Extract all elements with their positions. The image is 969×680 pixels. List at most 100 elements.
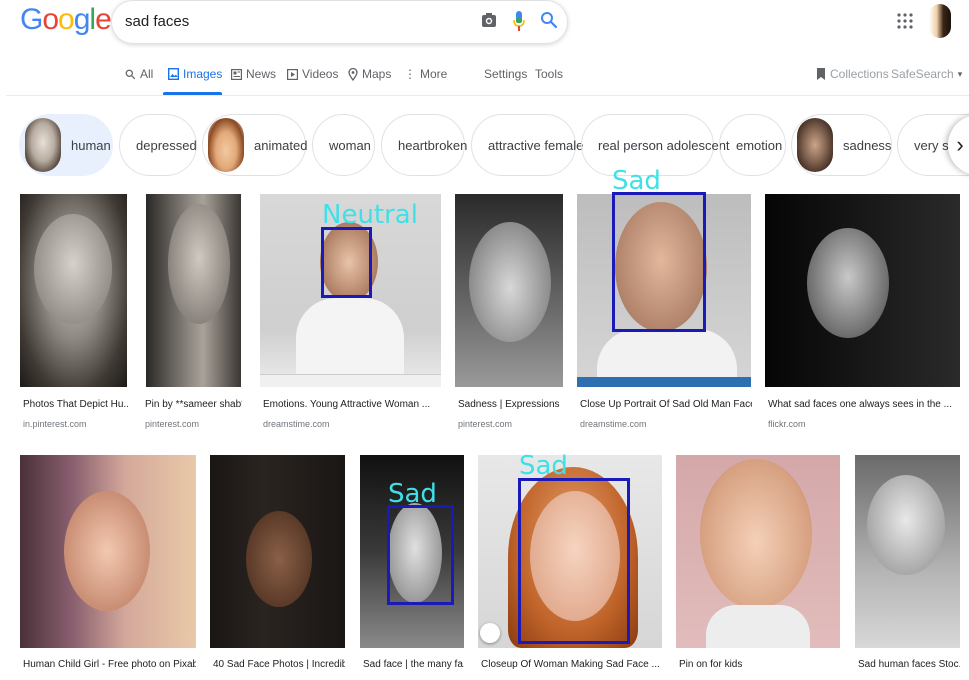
tab-label: All	[140, 67, 154, 81]
detection-label: Sad	[388, 479, 437, 509]
news-icon	[231, 68, 242, 80]
face-shape	[64, 491, 150, 611]
video-icon	[287, 68, 298, 80]
collections-label: Collections	[830, 67, 889, 81]
face-shape	[34, 214, 112, 324]
avatar[interactable]	[929, 4, 951, 38]
result-image[interactable]	[20, 194, 127, 387]
detection-label: Sad	[612, 166, 661, 196]
tab-videos[interactable]: Videos	[287, 64, 338, 84]
watermark-strip	[260, 374, 441, 387]
chevron-down-icon: ▾	[957, 68, 963, 79]
result-caption[interactable]: Pin on for kids	[679, 659, 839, 670]
search-icon	[125, 69, 136, 79]
result-caption[interactable]: Pin by **sameer shab*...	[145, 399, 242, 410]
chip-thumbnail	[797, 118, 833, 172]
tab-maps[interactable]: Maps	[348, 64, 391, 84]
result-image[interactable]	[146, 194, 241, 387]
result-caption[interactable]: Closeup Of Woman Making Sad Face ...	[481, 659, 662, 670]
apps-grid-icon[interactable]	[897, 13, 913, 29]
safesearch-label: SafeSearch	[891, 67, 954, 81]
chevron-right-icon: ›	[956, 132, 964, 157]
logo-letter: o	[42, 3, 59, 36]
face-shape	[867, 475, 945, 575]
settings-link[interactable]: Settings	[484, 64, 527, 84]
tab-more[interactable]: ⋮ More	[404, 64, 447, 84]
result-caption[interactable]: Sadness | Expressions p...	[458, 399, 563, 410]
face-shape	[168, 204, 230, 324]
tools-label: Tools	[535, 67, 564, 81]
detection-box	[387, 505, 454, 605]
chip-depressed[interactable]: depressed	[119, 114, 197, 176]
face-shape	[807, 228, 889, 338]
result-source: pinterest.com	[458, 419, 513, 429]
chip-sadness[interactable]: sadness	[791, 114, 892, 176]
detection-box	[321, 227, 372, 298]
image-icon	[168, 68, 179, 80]
tab-label: More	[420, 67, 448, 81]
detection-label: Sad	[519, 451, 568, 481]
result-image[interactable]	[765, 194, 960, 387]
microphone-icon[interactable]	[512, 10, 526, 32]
face-shape	[700, 459, 812, 609]
result-caption[interactable]: Sad human faces Stoc...	[858, 659, 960, 670]
chip-animated[interactable]: animated	[202, 114, 307, 176]
settings-label: Settings	[484, 67, 528, 81]
result-source: dreamstime.com	[263, 419, 330, 429]
search-icon[interactable]	[540, 11, 558, 29]
chip-woman[interactable]: woman	[312, 114, 375, 176]
tab-label: News	[246, 67, 277, 81]
chip-attractive-female[interactable]: attractive female	[471, 114, 583, 176]
chip-human[interactable]: human	[19, 114, 113, 176]
result-caption[interactable]: What sad faces one always sees in the ..…	[768, 399, 960, 410]
chip-label: depressed	[136, 137, 197, 153]
tab-news[interactable]: News	[231, 64, 276, 84]
result-caption[interactable]: Sad face | the many fa...	[363, 659, 464, 670]
search-input[interactable]: sad faces	[125, 13, 189, 30]
detection-box	[612, 192, 706, 332]
face-shape	[469, 222, 551, 342]
chip-thumbnail	[25, 118, 61, 172]
chip-label: heartbroken	[398, 137, 468, 153]
face-shape	[246, 511, 312, 607]
result-image[interactable]	[20, 455, 196, 648]
result-image[interactable]	[210, 455, 345, 648]
detection-label: Neutral	[322, 200, 418, 230]
result-caption[interactable]: Photos That Depict Hu...	[23, 399, 128, 410]
tag-icon[interactable]	[480, 623, 500, 643]
google-logo[interactable]: Google	[20, 3, 112, 37]
result-source: pinterest.com	[145, 419, 200, 429]
result-caption[interactable]: Close Up Portrait Of Sad Old Man Face ..…	[580, 399, 752, 410]
result-image[interactable]	[855, 455, 960, 648]
camera-icon[interactable]	[481, 12, 497, 28]
tab-all[interactable]: All	[125, 64, 153, 84]
watermark-strip	[577, 377, 751, 387]
tab-label: Images	[183, 67, 223, 81]
chip-label: emotion	[736, 137, 783, 153]
collections-link[interactable]: Collections	[816, 64, 889, 84]
result-caption[interactable]: Emotions. Young Attractive Woman ...	[263, 399, 441, 410]
chip-heartbroken[interactable]: heartbroken	[381, 114, 467, 176]
result-source: flickr.com	[768, 419, 806, 429]
result-source: in.pinterest.com	[23, 419, 87, 429]
map-pin-icon	[348, 67, 358, 81]
logo-letter: o	[58, 3, 75, 36]
result-image[interactable]	[455, 194, 563, 387]
result-source: dreamstime.com	[580, 419, 647, 429]
result-image[interactable]	[676, 455, 840, 648]
chip-thumbnail	[208, 118, 244, 172]
detection-box	[518, 478, 630, 644]
more-vert-icon: ⋮	[404, 67, 416, 81]
shirt-shape	[706, 605, 810, 648]
tab-images[interactable]: Images	[168, 64, 222, 84]
tools-link[interactable]: Tools	[535, 64, 563, 84]
bookmark-icon	[817, 68, 825, 80]
logo-letter: e	[95, 3, 112, 36]
result-caption[interactable]: Human Child Girl - Free photo on Pixabay	[23, 659, 196, 670]
tab-label: Videos	[302, 67, 339, 81]
chip-label: woman	[329, 137, 371, 153]
header-divider	[6, 95, 969, 96]
safesearch-menu[interactable]: SafeSearch ▾	[891, 64, 962, 84]
chip-emotion[interactable]: emotion	[719, 114, 786, 176]
result-caption[interactable]: 40 Sad Face Photos | Incredibl...	[213, 659, 345, 670]
